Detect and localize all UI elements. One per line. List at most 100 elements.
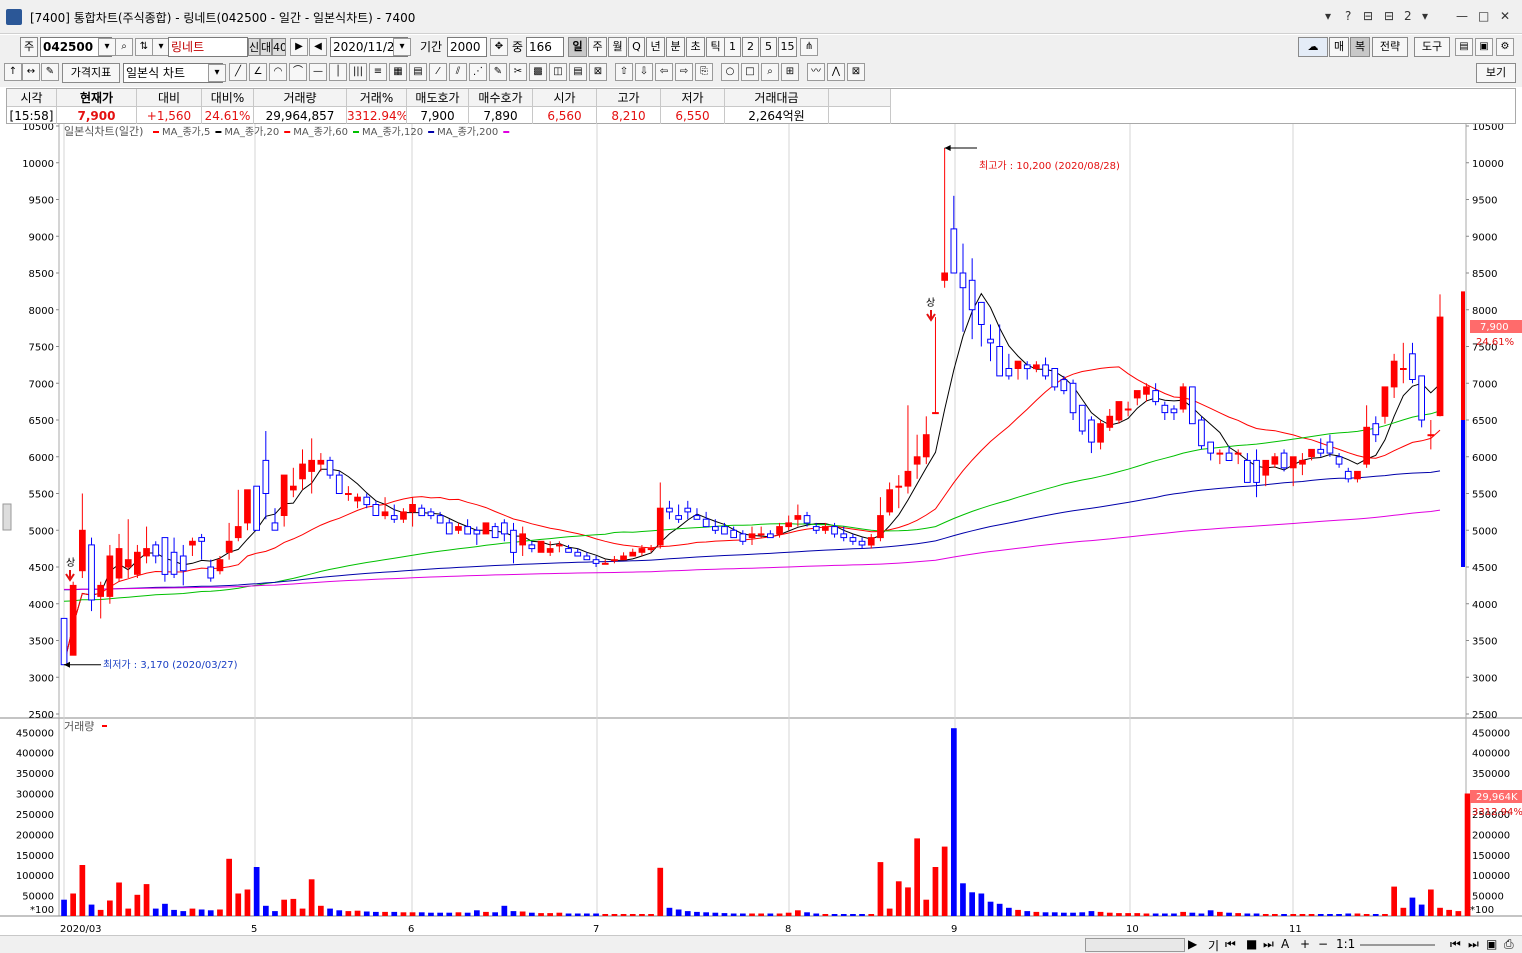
up-tool-icon[interactable]: ⇧: [615, 63, 633, 81]
last-page-icon[interactable]: ⏭: [1468, 937, 1479, 952]
volume-tick-label: 50000: [22, 892, 54, 903]
volume-bar: [1272, 914, 1278, 916]
count-label[interactable]: 2: [1404, 9, 1412, 23]
view-button[interactable]: 보기: [1476, 63, 1516, 83]
candle-body: [611, 559, 618, 562]
layout-tool-icon[interactable]: ◫: [549, 63, 567, 81]
wave-tool-icon[interactable]: 〰: [807, 63, 825, 81]
maximize-button[interactable]: □: [1478, 9, 1489, 23]
period-day[interactable]: 일: [568, 37, 587, 57]
candle-body: [134, 551, 141, 575]
settings-icon[interactable]: ⚙: [1496, 38, 1514, 56]
market-button[interactable]: 주: [20, 37, 38, 57]
period-month[interactable]: 월: [608, 37, 627, 57]
period-week[interactable]: 주: [588, 37, 607, 57]
period-input[interactable]: 2000: [447, 37, 487, 57]
interval-1[interactable]: 1: [724, 37, 741, 57]
parallel-tool-icon[interactable]: ⫽: [449, 63, 467, 81]
delete-tool-icon[interactable]: ⊠: [589, 63, 607, 81]
channel-tool-icon[interactable]: ⋰: [469, 63, 487, 81]
interval-2[interactable]: 2: [742, 37, 759, 57]
rewind-icon[interactable]: ⏮: [1225, 937, 1236, 952]
next-arrow-icon[interactable]: ▶: [290, 38, 308, 56]
horizontal-scrollbar[interactable]: [1085, 938, 1185, 952]
fibo-tool-icon[interactable]: ≡: [369, 63, 387, 81]
zoom-area-tool-icon[interactable]: ⊞: [781, 63, 799, 81]
dropdown-icon[interactable]: ▾: [1325, 9, 1331, 23]
right-tool-icon[interactable]: ⇨: [675, 63, 693, 81]
zoom-in-icon[interactable]: +: [1300, 937, 1310, 951]
print-icon[interactable]: ⎙: [1504, 937, 1514, 952]
zoom-slider[interactable]: [1360, 944, 1435, 946]
cycle-tool-icon[interactable]: |||: [349, 63, 367, 81]
stock-chart[interactable]: 2020/03 5 6 7 8 9 10 11 10500 10500 10000 10000 9500…: [0, 124, 1522, 935]
sort-icon[interactable]: ⇅: [135, 38, 153, 56]
period-minute[interactable]: 분: [666, 37, 685, 57]
table-tool-icon[interactable]: ▤: [409, 63, 427, 81]
color-tool-icon[interactable]: ▩: [529, 63, 547, 81]
hline-tool-icon[interactable]: —: [309, 63, 327, 81]
angle-tool-icon[interactable]: ∠: [249, 63, 267, 81]
period-year[interactable]: 년: [646, 37, 665, 57]
zoom-out-icon[interactable]: −: [1318, 937, 1328, 951]
down-tool-icon[interactable]: ⇩: [635, 63, 653, 81]
grid-tool-icon[interactable]: ▦: [389, 63, 407, 81]
indicator-button[interactable]: 가격지표: [62, 63, 120, 83]
clear-tool-icon[interactable]: ⊠: [847, 63, 865, 81]
stop-icon[interactable]: ■: [1246, 937, 1257, 951]
arc-tool-icon[interactable]: ◠: [269, 63, 287, 81]
folder-icon[interactable]: ▤: [1455, 38, 1473, 56]
date-dropdown-icon[interactable]: ▾: [393, 38, 411, 56]
expand-icon[interactable]: ↔: [22, 63, 40, 81]
up-arrow-icon[interactable]: ↑: [4, 63, 22, 81]
copy-tool-icon[interactable]: ⎘: [695, 63, 713, 81]
interval-5[interactable]: 5: [760, 37, 777, 57]
memo-tool-icon[interactable]: ▤: [569, 63, 587, 81]
help-icon[interactable]: ?: [1345, 9, 1351, 23]
save-image-icon[interactable]: ▣: [1486, 937, 1497, 951]
search-icon[interactable]: ⌕: [115, 38, 133, 56]
screen1-icon[interactable]: ⊟: [1363, 9, 1373, 23]
period-quarter[interactable]: Q: [628, 37, 645, 57]
trendline-tool-icon[interactable]: ╱: [229, 63, 247, 81]
compound-button[interactable]: 복: [1350, 37, 1370, 57]
cut-tool-icon[interactable]: ✂: [509, 63, 527, 81]
menu-icon[interactable]: ▾: [1422, 9, 1428, 23]
rect-tool-icon[interactable]: □: [741, 63, 759, 81]
tools-button[interactable]: 도구: [1414, 37, 1450, 57]
interval-15[interactable]: 15: [778, 37, 797, 57]
code-dropdown-icon[interactable]: ▾: [98, 38, 116, 56]
period-tick[interactable]: 틱: [706, 37, 725, 57]
custom-interval-icon[interactable]: ⋔: [800, 38, 818, 56]
font-icon[interactable]: A: [1281, 937, 1289, 951]
pattern-tool-icon[interactable]: ⋀: [827, 63, 845, 81]
scroll-right-icon[interactable]: ▶: [1188, 937, 1197, 951]
trade-button[interactable]: 매: [1329, 37, 1349, 57]
fast-forward-icon[interactable]: ⏭: [1263, 937, 1274, 952]
save-icon[interactable]: ▣: [1475, 38, 1493, 56]
pen-tool-icon[interactable]: ✎: [489, 63, 507, 81]
edit-icon[interactable]: ✎: [41, 63, 59, 81]
move-icon[interactable]: ✥: [490, 38, 508, 56]
left-tool-icon[interactable]: ⇦: [655, 63, 673, 81]
first-page-icon[interactable]: ⏮: [1450, 937, 1461, 952]
circle-tool-icon[interactable]: ○: [721, 63, 739, 81]
stock-name-field[interactable]: 링네트: [168, 37, 248, 57]
candle-body: [79, 529, 86, 572]
curve-tool-icon[interactable]: ⌒: [289, 63, 307, 81]
ray-tool-icon[interactable]: ⁄: [429, 63, 447, 81]
zoom-tool-icon[interactable]: ⌕: [761, 63, 779, 81]
prev-arrow-icon[interactable]: ◀: [309, 38, 327, 56]
cloud-icon[interactable]: ☁: [1298, 37, 1328, 57]
quote-header: 저가: [661, 89, 725, 107]
period-second[interactable]: 초: [686, 37, 705, 57]
close-button[interactable]: ✕: [1500, 9, 1510, 23]
quote-amount: 2,264억원: [725, 107, 829, 125]
chart-type-dropdown-icon[interactable]: ▾: [208, 64, 226, 82]
screen2-icon[interactable]: ⊟: [1384, 9, 1394, 23]
high-annotation: 최고가 : 10,200 (2020/08/28): [979, 160, 1120, 172]
minimize-button[interactable]: —: [1456, 9, 1468, 23]
strategy-button[interactable]: 전략: [1372, 37, 1408, 57]
count-input[interactable]: 166: [526, 37, 564, 57]
vline-tool-icon[interactable]: │: [329, 63, 347, 81]
